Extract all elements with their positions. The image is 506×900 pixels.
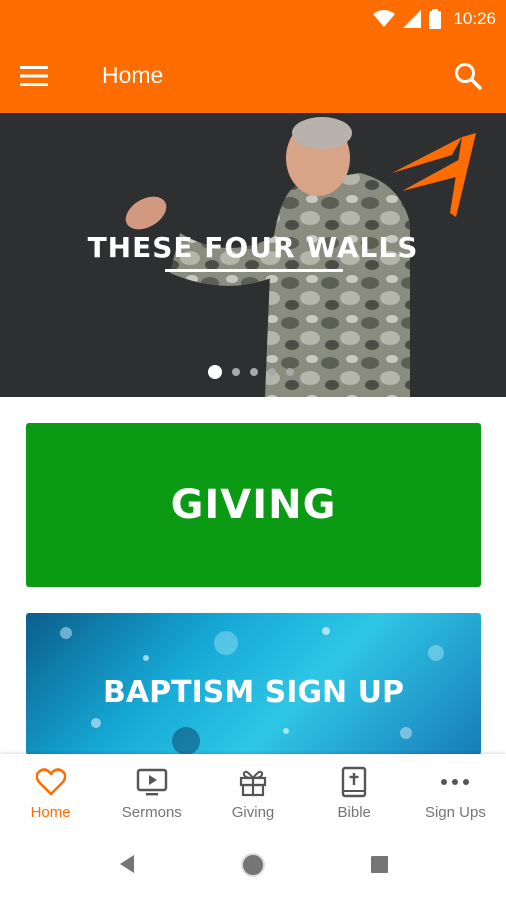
nav-item-sermons[interactable]: Sermons bbox=[101, 754, 202, 830]
nav-item-giving[interactable]: Giving bbox=[202, 754, 303, 830]
nav-item-bible[interactable]: Bible bbox=[304, 754, 405, 830]
giving-card[interactable]: GIVING bbox=[26, 423, 481, 587]
baptism-card-label: BAPTISM SIGN UP bbox=[103, 675, 404, 710]
home-circle-icon bbox=[241, 853, 265, 877]
wifi-icon bbox=[373, 10, 396, 27]
nav-label: Home bbox=[30, 804, 71, 821]
nav-label: Sign Ups bbox=[424, 804, 486, 821]
church-logo bbox=[392, 133, 476, 217]
recents-button[interactable] bbox=[371, 856, 388, 878]
search-button[interactable] bbox=[450, 58, 486, 94]
carousel-dot-active[interactable] bbox=[208, 365, 222, 379]
search-icon bbox=[455, 63, 482, 90]
bottom-nav: Home Sermons Giving Bible Sign Ups bbox=[0, 754, 506, 830]
nav-item-sign-ups[interactable]: Sign Ups bbox=[405, 754, 506, 830]
recents-icon bbox=[371, 856, 388, 873]
carousel-dot[interactable] bbox=[268, 368, 276, 376]
nav-label: Sermons bbox=[121, 804, 182, 821]
status-time: 10:26 bbox=[453, 9, 496, 28]
page-title: Home bbox=[102, 62, 164, 88]
hero-title: THESE FOUR WALLS bbox=[87, 231, 419, 264]
bible-icon bbox=[341, 766, 367, 798]
status-bar: 10:26 bbox=[0, 0, 506, 38]
hero-underline bbox=[165, 269, 343, 272]
back-button[interactable] bbox=[118, 854, 136, 879]
carousel-dot[interactable] bbox=[286, 368, 294, 376]
nav-item-home[interactable]: Home bbox=[0, 754, 101, 830]
system-nav-bar bbox=[0, 830, 506, 900]
carousel-dots[interactable] bbox=[208, 365, 294, 379]
hero-carousel[interactable]: THESE FOUR WALLS bbox=[0, 113, 506, 397]
carousel-dot[interactable] bbox=[232, 368, 240, 376]
more-icon bbox=[440, 766, 470, 798]
status-icons: 10:26 bbox=[373, 7, 496, 31]
back-icon bbox=[120, 855, 134, 873]
tv-play-icon bbox=[136, 766, 168, 798]
menu-button[interactable] bbox=[20, 60, 60, 92]
hamburger-menu-icon bbox=[20, 66, 48, 86]
nav-label: Giving bbox=[231, 804, 275, 821]
gift-icon bbox=[238, 766, 268, 798]
cell-signal-icon bbox=[403, 10, 422, 28]
app-bar: Home bbox=[0, 38, 506, 113]
carousel-dot[interactable] bbox=[250, 368, 258, 376]
home-button[interactable] bbox=[240, 852, 266, 883]
nav-label: Bible bbox=[337, 804, 371, 821]
battery-icon bbox=[429, 9, 442, 29]
baptism-signup-card[interactable]: BAPTISM SIGN UP bbox=[26, 613, 481, 755]
heart-icon bbox=[35, 766, 66, 798]
giving-card-label: GIVING bbox=[170, 482, 337, 528]
